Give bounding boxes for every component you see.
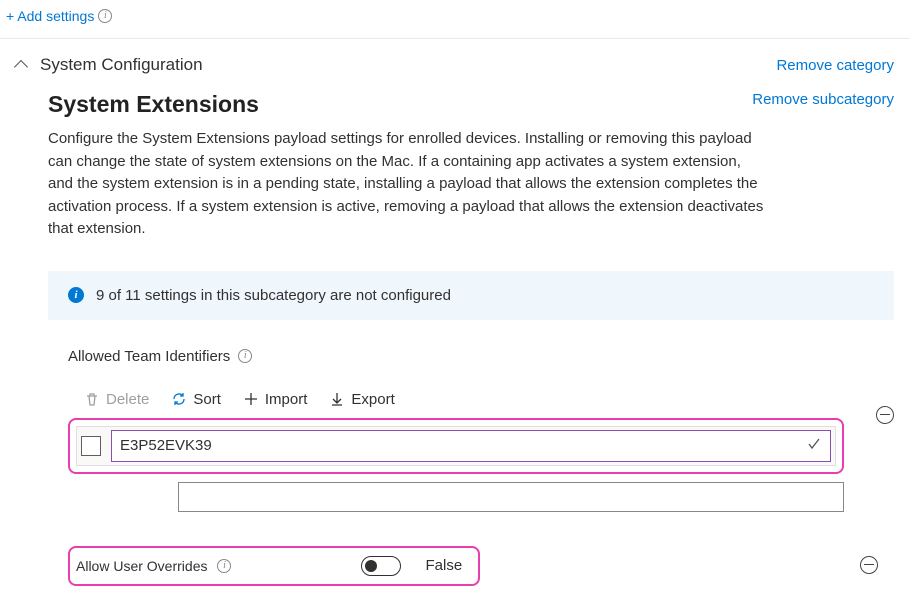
subcategory-title: System Extensions xyxy=(48,91,752,118)
remove-subcategory-link[interactable]: Remove subcategory xyxy=(752,91,894,108)
info-icon[interactable] xyxy=(238,349,252,363)
category-header: System Configuration Remove category xyxy=(0,39,910,75)
subcategory-header: System Extensions Remove subcategory xyxy=(0,75,910,118)
identifier-value: E3P52EVK39 xyxy=(120,437,212,454)
setting-label: Allowed Team Identifiers xyxy=(68,348,252,365)
plus-icon xyxy=(243,391,259,407)
notice-text: 9 of 11 settings in this subcategory are… xyxy=(96,287,451,304)
info-icon xyxy=(68,287,84,303)
setting-allow-user-overrides: Allow User Overrides False xyxy=(68,546,894,586)
delete-button[interactable]: Delete xyxy=(84,391,149,408)
highlight-annotation: Allow User Overrides False xyxy=(68,546,480,586)
config-notice: 9 of 11 settings in this subcategory are… xyxy=(48,271,894,320)
import-button[interactable]: Import xyxy=(243,391,308,408)
trash-icon xyxy=(84,391,100,407)
subcategory-description: Configure the System Extensions payload … xyxy=(0,118,910,241)
row-checkbox[interactable] xyxy=(81,436,101,456)
toggle-knob xyxy=(365,560,377,572)
refresh-icon xyxy=(171,391,187,407)
info-icon[interactable] xyxy=(98,9,112,23)
remove-setting-button[interactable] xyxy=(876,406,894,424)
check-icon xyxy=(806,436,822,456)
new-identifier-input[interactable] xyxy=(178,482,844,512)
sort-button[interactable]: Sort xyxy=(171,391,221,408)
setting-allowed-team-identifiers: Allowed Team Identifiers Delete Sort Imp… xyxy=(0,320,910,512)
identifier-row: E3P52EVK39 xyxy=(76,426,836,466)
download-icon xyxy=(329,391,345,407)
info-icon[interactable] xyxy=(217,559,231,573)
toggle-value-label: False xyxy=(425,557,462,574)
chevron-up-icon[interactable] xyxy=(14,60,28,74)
identifier-toolbar: Delete Sort Import Export xyxy=(68,365,894,414)
toggle-switch[interactable] xyxy=(361,556,401,576)
export-button[interactable]: Export xyxy=(329,391,394,408)
remove-setting-button[interactable] xyxy=(860,556,878,574)
add-settings-button[interactable]: + Add settings xyxy=(6,8,112,24)
category-title: System Configuration xyxy=(40,55,762,75)
highlight-annotation: E3P52EVK39 xyxy=(68,418,844,474)
add-settings-label: + Add settings xyxy=(6,8,94,24)
identifier-input[interactable]: E3P52EVK39 xyxy=(111,430,831,462)
remove-category-link[interactable]: Remove category xyxy=(776,57,894,74)
setting-label: Allow User Overrides xyxy=(76,558,207,574)
